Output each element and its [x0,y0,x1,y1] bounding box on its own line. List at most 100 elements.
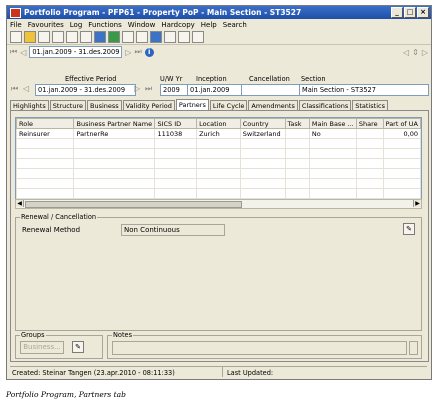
app-icon [10,7,21,18]
prev-period-icon[interactable]: ◁ [20,48,26,57]
report-icon[interactable] [122,31,134,43]
title-bar: Portfolio Program - PFP61 - Property PoP… [7,6,431,19]
scroll-left-icon[interactable]: ◀ [16,200,24,207]
inception-label: Inception [196,75,227,83]
scroll-thumb[interactable] [25,201,242,208]
menu-file[interactable]: File [10,21,22,29]
cancellation-field [241,84,301,96]
prev-period-icon[interactable]: ◁ [23,84,29,93]
grid-icon[interactable] [80,31,92,43]
toolbar [7,30,431,45]
home-icon[interactable] [150,31,162,43]
partners-panel: Role Business Partner Name SICS ID Locat… [10,110,429,362]
first-period-icon[interactable]: ⏮ [10,47,17,57]
section-field: Main Section - ST3527 [299,84,429,96]
groups-group: Groups Business... ✎ [15,331,103,359]
document-icon[interactable] [52,31,64,43]
edit-icon[interactable]: ✎ [403,223,415,235]
col-task[interactable]: Task [284,118,310,129]
link-icon[interactable] [178,31,190,43]
figure-caption: Portfolio Program, Partners tab [6,390,126,399]
calculator-icon[interactable] [108,31,120,43]
main-window: Portfolio Program - PFP61 - Property PoP… [6,5,432,380]
forward-icon[interactable]: ▷ [422,48,428,57]
scroll-right-icon[interactable]: ▶ [413,200,421,207]
table-row[interactable] [16,158,421,169]
users-icon[interactable] [192,31,204,43]
section-label: Section [301,75,326,83]
created-status: Created: Steinar Tangen (23.apr.2010 - 0… [12,369,175,377]
minimize-button[interactable]: _ [391,7,403,18]
table-row[interactable] [16,168,421,179]
menu-bar: File Favourites Log Functions Window Har… [7,19,431,30]
document-icon[interactable] [66,31,78,43]
cell-role: Reinsurer [16,128,75,139]
menu-hardcopy[interactable]: Hardcopy [161,21,194,29]
notes-textarea[interactable] [112,341,407,355]
groups-label: Groups [20,331,46,339]
renewal-group-label: Renewal / Cancellation [20,213,98,221]
close-button[interactable]: × [417,7,429,18]
menu-help[interactable]: Help [201,21,217,29]
back-icon[interactable]: ◁ [403,48,409,57]
toolbar-icon[interactable] [10,31,22,43]
table-row[interactable] [16,148,421,159]
table-row[interactable] [16,178,421,189]
up-down-icon[interactable]: ⇕ [412,48,419,57]
notes-label: Notes [112,331,134,339]
document-icon[interactable] [38,31,50,43]
menu-search[interactable]: Search [223,21,247,29]
cell-task [284,128,310,139]
table-row[interactable] [16,138,421,149]
table-row[interactable] [16,188,421,199]
period-nav: ⏮ ◁ 01.jan.2009 - 31.des.2009 ▷ ⏭ i ◁ ⇕ … [7,45,431,59]
calendar-icon[interactable] [136,31,148,43]
col-sics-id[interactable]: SICS ID [154,118,198,129]
menu-favourites[interactable]: Favourites [28,21,64,29]
partners-grid: Role Business Partner Name SICS ID Locat… [15,117,422,201]
maximize-button[interactable]: □ [404,7,416,18]
edit-icon[interactable]: ✎ [72,341,84,353]
table-row[interactable]: Reinsurer PartnerRe 111038 Zurich Switze… [16,128,421,139]
business-button[interactable]: Business... [20,341,64,354]
cell-partner-name: PartnerRe [73,128,156,139]
cell-country: Switzerland [239,128,286,139]
info-icon[interactable]: i [144,47,154,57]
link-icon[interactable] [164,31,176,43]
col-main-base[interactable]: Main Base ... [308,118,357,129]
last-period-icon[interactable]: ⏭ [145,84,152,94]
col-part-of-ua[interactable]: Part of UA [382,118,421,129]
cell-location: Zurich [196,128,241,139]
menu-log[interactable]: Log [70,21,83,29]
last-updated-status: Last Updated: [227,369,274,377]
notes-scrollbar[interactable] [409,341,418,355]
header-labels: Effective Period U/W Yr Inception Cancel… [7,75,431,84]
uw-yr-field: 2009 [160,84,188,96]
window-title: Portfolio Program - PFP61 - Property PoP… [24,8,302,17]
menu-functions[interactable]: Functions [88,21,121,29]
renewal-group: Renewal / Cancellation Renewal Method No… [15,213,422,331]
cell-share [355,128,384,139]
col-country[interactable]: Country [239,118,286,129]
cancellation-label: Cancellation [249,75,290,83]
effective-period-label: Effective Period [65,75,117,83]
next-period-icon[interactable]: ▷ [134,84,140,93]
period-field[interactable]: 01.jan.2009 - 31.des.2009 [29,46,123,58]
menu-window[interactable]: Window [128,21,156,29]
col-location[interactable]: Location [196,118,241,129]
grid-header-row: Role Business Partner Name SICS ID Locat… [16,118,421,129]
cell-part-of-ua: 0,00 [382,128,421,139]
first-period-icon[interactable]: ⏮ [11,84,18,94]
next-period-icon[interactable]: ▷ [125,48,131,57]
effective-period-field: 01.jan.2009 - 31.des.2009 [35,84,136,96]
col-role[interactable]: Role [16,118,75,129]
col-share[interactable]: Share [355,118,384,129]
chart-icon[interactable] [94,31,106,43]
last-period-icon[interactable]: ⏭ [135,47,142,57]
cell-main-base: No [308,128,357,139]
folder-icon[interactable] [24,31,36,43]
header-values: ⏮ ◁ 01.jan.2009 - 31.des.2009 ▷ ⏭ 2009 0… [7,84,431,96]
horizontal-scrollbar[interactable]: ◀ ▶ [15,199,422,209]
col-business-partner-name[interactable]: Business Partner Name [73,118,156,129]
status-bar: Created: Steinar Tangen (23.apr.2010 - 0… [10,366,427,377]
